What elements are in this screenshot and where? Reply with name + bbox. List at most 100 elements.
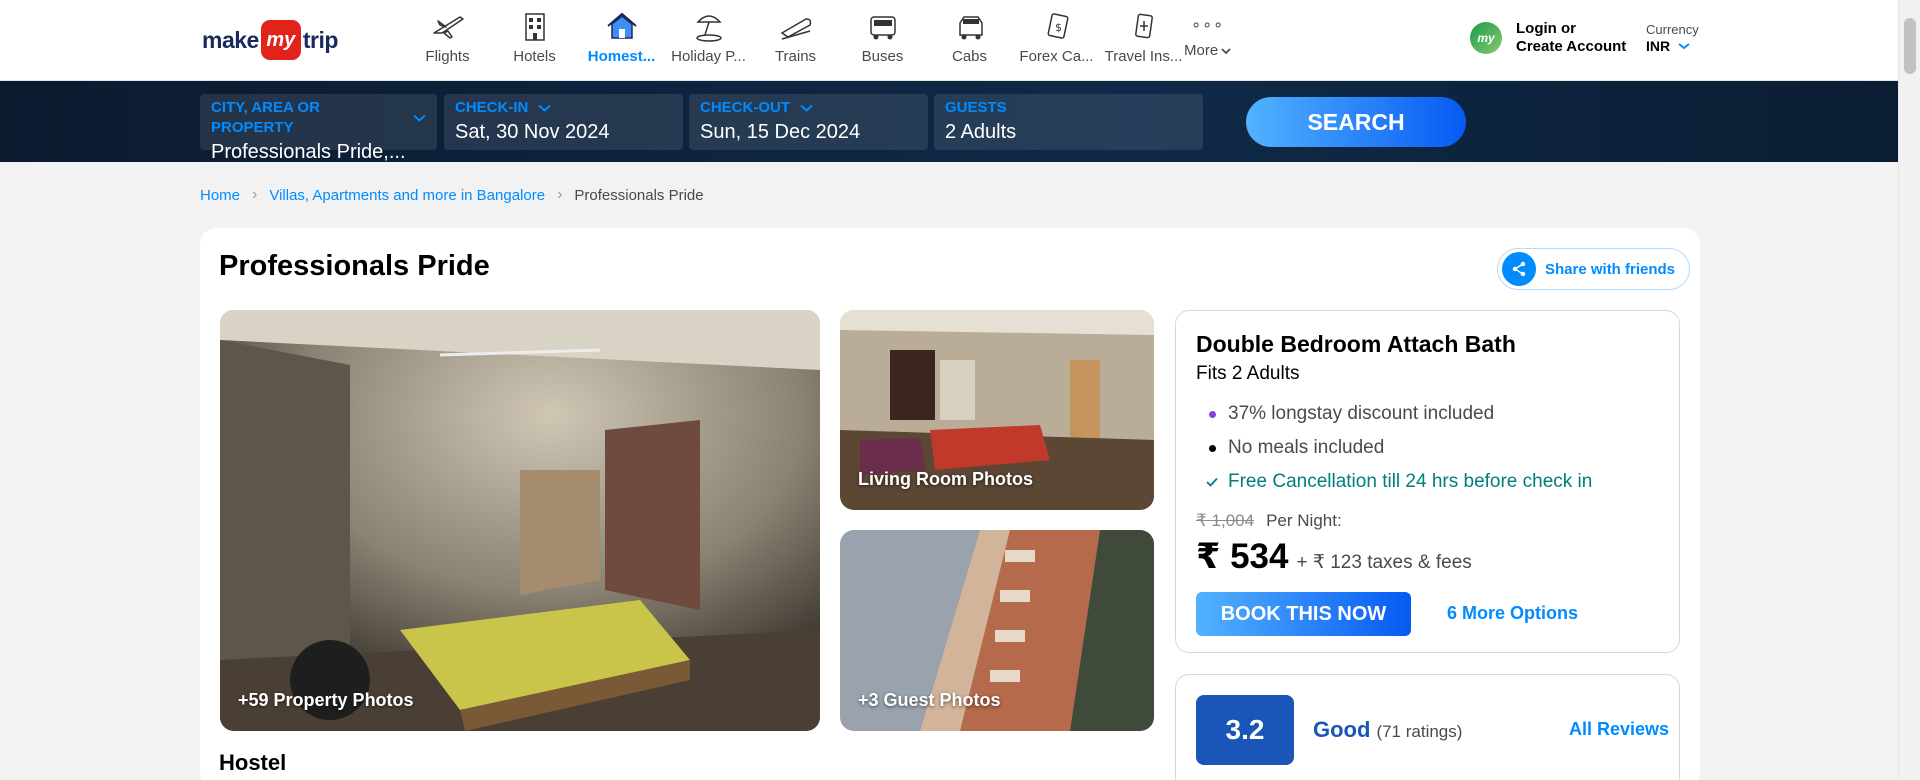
nav-label: Holiday P... — [671, 48, 746, 65]
living-room-caption: Living Room Photos — [858, 469, 1033, 489]
scrollbar-thumb[interactable] — [1904, 18, 1916, 74]
share-button[interactable]: Share with friends — [1497, 248, 1691, 290]
rating-label: Good — [1313, 717, 1371, 742]
logo-text-my: my — [260, 20, 301, 60]
feature-text: 37% longstay discount included — [1228, 403, 1495, 424]
rating-count: (71 ratings) — [1376, 722, 1463, 741]
guest-photos-caption: +3 Guest Photos — [858, 690, 1001, 710]
svg-text:$: $ — [1055, 21, 1062, 34]
feature-text: No meals included — [1228, 437, 1385, 458]
top-navigation: make my trip Flights Hotels Homest... Ho… — [0, 0, 1898, 81]
nav-label: Travel Ins... — [1104, 48, 1183, 65]
breadcrumb-separator-icon: › — [252, 186, 258, 203]
nav-item-hotels[interactable]: Hotels — [491, 8, 578, 74]
breadcrumb-separator-icon: › — [557, 186, 563, 203]
bullet-icon — [1196, 444, 1228, 452]
checkin-value: Sat, 30 Nov 2024 — [455, 121, 610, 143]
price-main: ₹ 534 + ₹ 123 taxes & fees — [1196, 537, 1472, 577]
property-photos-caption: +59 Property Photos — [238, 690, 414, 710]
rating-summary: Good (71 ratings) — [1313, 717, 1462, 743]
chevron-down-icon — [413, 114, 426, 122]
city-label-wrap: CITY, AREA OR PROPERTY — [211, 98, 426, 138]
city-label: CITY, AREA OR PROPERTY — [211, 99, 320, 136]
currency-selector[interactable]: Currency INR — [1646, 22, 1699, 55]
rating-score: 3.2 — [1196, 695, 1294, 765]
login-text: Login or Create Account — [1516, 20, 1626, 56]
login-button[interactable]: my Login or Create Account — [1470, 20, 1626, 56]
more-dots-icon: ∘∘∘ — [1191, 17, 1225, 34]
train-icon — [776, 8, 816, 44]
user-avatar-icon: my — [1470, 22, 1502, 54]
share-icon — [1502, 252, 1536, 286]
property-details-card: Professionals Pride Share with friends +… — [200, 228, 1700, 780]
bullet-icon — [1196, 410, 1228, 418]
room-features-list: 37% longstay discount included No meals … — [1196, 397, 1592, 499]
checkout-value: Sun, 15 Dec 2024 — [700, 121, 861, 143]
city-field[interactable]: CITY, AREA OR PROPERTY Professionals Pri… — [200, 94, 437, 163]
nav-label: Trains — [774, 48, 817, 65]
price-row: ₹ 1,004 Per Night: — [1196, 511, 1342, 531]
nav-item-cabs[interactable]: Cabs — [926, 8, 1013, 74]
nav-item-buses[interactable]: Buses — [839, 8, 926, 74]
taxes-and-fees: + ₹ 123 taxes & fees — [1296, 552, 1472, 573]
makemytrip-logo[interactable]: make my trip — [202, 20, 338, 60]
page-scrollbar[interactable] — [1898, 0, 1920, 780]
property-type: Hostel — [219, 750, 287, 775]
nav-label: Forex Ca... — [1019, 48, 1094, 65]
nav-item-holiday-packages[interactable]: Holiday P... — [665, 8, 752, 74]
breadcrumb-current: Professionals Pride — [574, 186, 704, 204]
chevron-down-icon — [1678, 43, 1690, 50]
rating-card: 3.2 Good (71 ratings) All Reviews — [1175, 674, 1680, 780]
currency-value-wrap: INR — [1646, 37, 1699, 55]
homestay-icon — [602, 8, 642, 44]
guests-label-wrap: GUESTS — [945, 98, 1192, 118]
feature-text: Free Cancellation till 24 hrs before che… — [1228, 471, 1593, 492]
currency-label: Currency — [1646, 22, 1699, 37]
bus-icon — [863, 8, 903, 44]
nav-item-flights[interactable]: Flights — [404, 8, 491, 74]
guests-field[interactable]: GUESTS 2 Adults — [934, 94, 1203, 150]
nav-item-trains[interactable]: Trains — [752, 8, 839, 74]
share-label: Share with friends — [1545, 260, 1676, 278]
property-photo-main[interactable]: +59 Property Photos — [220, 310, 820, 731]
guest-photo[interactable]: +3 Guest Photos — [840, 530, 1154, 731]
logo-text-make: make — [202, 26, 259, 53]
nav-label: Buses — [861, 48, 904, 65]
checkin-label-wrap: CHECK-IN — [455, 98, 672, 118]
breadcrumb: Home › Villas, Apartments and more in Ba… — [200, 186, 704, 204]
book-now-button[interactable]: BOOK THIS NOW — [1196, 592, 1411, 636]
guests-value: 2 Adults — [945, 121, 1017, 143]
checkmark-icon — [1196, 477, 1228, 487]
more-options-link[interactable]: 6 More Options — [1447, 603, 1578, 624]
breadcrumb-home[interactable]: Home — [200, 187, 240, 204]
search-button[interactable]: SEARCH — [1246, 97, 1466, 147]
more-menu[interactable]: ∘∘∘ More — [1184, 14, 1231, 59]
room-occupancy: Fits 2 Adults — [1196, 363, 1300, 384]
chevron-down-icon — [800, 104, 813, 112]
bedroom-photo-image — [220, 310, 820, 731]
logo-text-trip: trip — [302, 26, 339, 53]
living-room-photo[interactable]: Living Room Photos — [840, 310, 1154, 510]
checkout-label-wrap: CHECK-OUT — [700, 98, 917, 118]
city-value: Professionals Pride,... — [211, 141, 406, 163]
chevron-down-icon — [1221, 47, 1231, 54]
feature-discount: 37% longstay discount included — [1196, 397, 1592, 431]
discounted-price: ₹ 534 — [1196, 537, 1289, 576]
forex-card-icon: $ — [1037, 8, 1077, 44]
nav-label: Flights — [425, 48, 470, 65]
feature-cancellation: Free Cancellation till 24 hrs before che… — [1196, 465, 1592, 499]
nav-item-travel-insurance[interactable]: Travel Ins... — [1100, 8, 1187, 74]
checkout-field[interactable]: CHECK-OUT Sun, 15 Dec 2024 — [689, 94, 928, 150]
guests-label: GUESTS — [945, 99, 1007, 116]
nav-item-homestays[interactable]: Homest... — [578, 8, 665, 74]
room-offer-card: Double Bedroom Attach Bath Fits 2 Adults… — [1175, 310, 1680, 653]
login-line-1: Login or — [1516, 20, 1576, 37]
all-reviews-link[interactable]: All Reviews — [1569, 719, 1669, 740]
breadcrumb-category[interactable]: Villas, Apartments and more in Bangalore — [269, 187, 545, 204]
nav-item-forex-card[interactable]: $ Forex Ca... — [1013, 8, 1100, 74]
property-title: Professionals Pride — [219, 250, 490, 282]
nav-label: Hotels — [513, 48, 556, 65]
original-price: ₹ 1,004 — [1196, 511, 1255, 530]
holiday-package-icon — [689, 8, 729, 44]
checkin-field[interactable]: CHECK-IN Sat, 30 Nov 2024 — [444, 94, 683, 150]
